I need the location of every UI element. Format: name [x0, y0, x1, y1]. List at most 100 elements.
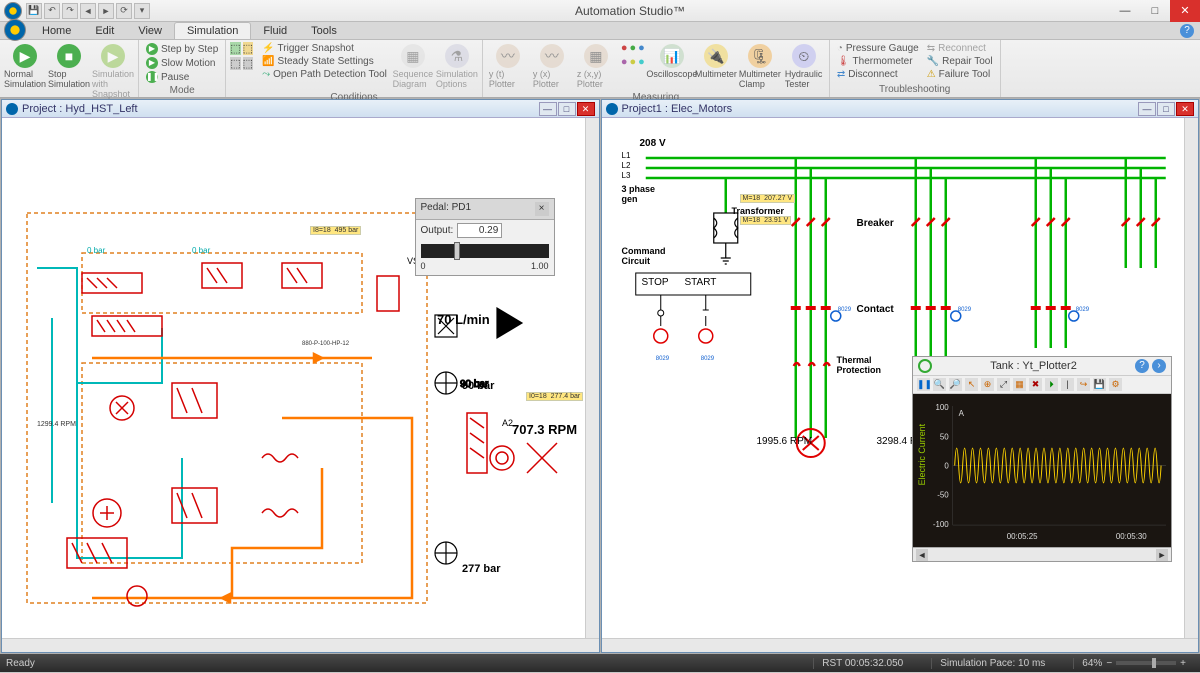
panel-min-button[interactable]: —: [539, 102, 557, 116]
plot-sb-right-icon[interactable]: ►: [1156, 549, 1168, 561]
sim-snapshot-button[interactable]: ▶Simulation with Snapshot: [92, 42, 134, 101]
plotter-window[interactable]: Tank : Yt_Plotter2 ?› ❚❚ 🔍 🔎 ↖ ⊕ ⤢ ▦ ✖ ⏵…: [912, 356, 1172, 562]
elec-tag2: M=18 23.91 V: [740, 216, 792, 225]
plotter-next-icon[interactable]: ›: [1152, 359, 1166, 373]
plotter-pause-icon[interactable]: ❚❚: [917, 378, 930, 391]
qat-refresh-icon[interactable]: ⟳: [116, 3, 132, 19]
hyd-tester-button[interactable]: ⏲Hydraulic Tester: [783, 42, 825, 91]
cond-icon-3[interactable]: ⬚: [230, 57, 240, 70]
cond-icon-2[interactable]: ⬚: [243, 42, 253, 55]
plotter-grid-icon[interactable]: ▦: [1013, 378, 1026, 391]
slowmo-button[interactable]: ▶Slow Motion: [143, 56, 221, 70]
probe-icon-3[interactable]: ●: [638, 42, 645, 54]
panel-elec-titlebar[interactable]: Project1 : Elec_Motors — □ ✕: [602, 100, 1199, 118]
cond-icon-1[interactable]: ⬚: [230, 42, 240, 55]
oscilloscope-button[interactable]: 📊Oscilloscope: [651, 42, 693, 91]
plot-sb-left-icon[interactable]: ◄: [916, 549, 928, 561]
probe-icon-4[interactable]: ●: [621, 56, 628, 68]
stop-sim-button[interactable]: ■Stop Simulation: [48, 42, 90, 101]
help-icon[interactable]: ?: [1180, 24, 1194, 38]
trigger-snapshot-button[interactable]: ⚡Trigger Snapshot: [259, 42, 390, 55]
multimeter-button[interactable]: 🔌Multimeter: [695, 42, 737, 91]
sim-options-button[interactable]: ⚗Simulation Options: [436, 42, 478, 91]
panel-min-button[interactable]: —: [1138, 102, 1156, 116]
plotter-zoomin-icon[interactable]: 🔍: [933, 378, 946, 391]
pressure-gauge-button[interactable]: ◔Pressure Gauge: [834, 42, 922, 55]
qat-redo-icon[interactable]: ↷: [62, 3, 78, 19]
disconnect-button[interactable]: ⇄Disconnect: [834, 68, 922, 81]
minimize-button[interactable]: —: [1110, 0, 1140, 22]
path-icon: ⤳: [262, 69, 270, 80]
panel-close-button[interactable]: ✕: [1176, 102, 1194, 116]
pause-button[interactable]: ❚❚Pause: [143, 70, 221, 84]
probe-icon-1[interactable]: ●: [621, 42, 628, 54]
plotter-mark-icon[interactable]: ⊕: [981, 378, 994, 391]
panel-close-button[interactable]: ✕: [577, 102, 595, 116]
tab-home[interactable]: Home: [30, 23, 83, 39]
qat-back-icon[interactable]: ◄: [80, 3, 96, 19]
elec-scroll-h[interactable]: [602, 638, 1199, 652]
zoom-slider[interactable]: [1116, 661, 1176, 665]
hyd-scroll-h[interactable]: [2, 638, 599, 652]
cond-icon-4[interactable]: ⬚: [243, 57, 253, 70]
open-path-button[interactable]: ⤳Open Path Detection Tool: [259, 68, 390, 81]
yx-plotter-button[interactable]: 〰y (x) Plotter: [531, 42, 573, 91]
panel-max-button[interactable]: □: [558, 102, 576, 116]
pedal-value[interactable]: 0.29: [457, 223, 502, 238]
ribbon-group-control: ▶Normal Simulation ■Stop Simulation ▶Sim…: [0, 40, 139, 97]
qat-undo-icon[interactable]: ↶: [44, 3, 60, 19]
tag-b: 0 bar: [192, 246, 210, 255]
plotter-power-icon[interactable]: [918, 359, 932, 373]
plotter-zoomout-icon[interactable]: 🔎: [949, 378, 962, 391]
panel-hyd-titlebar[interactable]: Project : Hyd_HST_Left — □ ✕: [2, 100, 599, 118]
file-menu-icon[interactable]: [4, 19, 26, 41]
tab-fluid[interactable]: Fluid: [251, 23, 299, 39]
ribbon: ▶Normal Simulation ■Stop Simulation ▶Sim…: [0, 40, 1200, 98]
steady-state-button[interactable]: 📶Steady State Settings: [259, 55, 390, 68]
close-button[interactable]: ✕: [1170, 0, 1200, 22]
pedal-slider[interactable]: [421, 244, 549, 258]
thermometer-button[interactable]: 🌡Thermometer: [834, 55, 922, 68]
qat-other-icon[interactable]: ▾: [134, 3, 150, 19]
tab-view[interactable]: View: [126, 23, 174, 39]
plotter-export-icon[interactable]: ↪: [1077, 378, 1090, 391]
l3: L3: [622, 171, 631, 180]
qat-save-icon[interactable]: 💾: [26, 3, 42, 19]
status-zoom[interactable]: 64% − +: [1073, 658, 1194, 669]
yt-plotter-button[interactable]: 〰y (t) Plotter: [487, 42, 529, 91]
plotter-fit-icon[interactable]: ⤢: [997, 378, 1010, 391]
elec-canvas[interactable]: 802980298029 80298029 208 V L1 L2 L3 3 p…: [602, 118, 1185, 638]
pedal-widget[interactable]: Pedal: PD1× Output:0.29 01.00: [415, 198, 555, 276]
step-button[interactable]: ▶Step by Step: [143, 42, 221, 56]
repair-button[interactable]: 🔧Repair Tool: [924, 55, 996, 68]
plotter-scrollbar[interactable]: ◄ ►: [913, 547, 1171, 561]
reconnect-icon: ⇆: [927, 43, 935, 54]
plotter-help-icon[interactable]: ?: [1135, 359, 1149, 373]
plotter-cursor-icon[interactable]: ↖: [965, 378, 978, 391]
tab-edit[interactable]: Edit: [83, 23, 126, 39]
failure-button[interactable]: ⚠Failure Tool: [924, 68, 996, 81]
hyd-scroll-v[interactable]: [585, 118, 599, 638]
probe-icon-6[interactable]: ●: [638, 56, 645, 68]
plotter-stop-icon[interactable]: ✖: [1029, 378, 1042, 391]
plotter-config-icon[interactable]: ⚙: [1109, 378, 1122, 391]
maximize-button[interactable]: □: [1140, 0, 1170, 22]
zxy-plotter-button[interactable]: ▦z (x,y) Plotter: [575, 42, 617, 91]
probe-icon-5[interactable]: ●: [630, 56, 637, 68]
qat-fwd-icon[interactable]: ►: [98, 3, 114, 19]
hyd-canvas[interactable]: 90 bar 70 L/min 90 bar 277 bar 707.3 RPM…: [2, 118, 585, 638]
zoom-minus-icon[interactable]: −: [1106, 658, 1112, 669]
plotter-save-icon[interactable]: 💾: [1093, 378, 1106, 391]
tab-simulation[interactable]: Simulation: [174, 22, 251, 39]
elec-scroll-v[interactable]: [1184, 118, 1198, 638]
zoom-plus-icon[interactable]: +: [1180, 658, 1186, 669]
reconnect-button[interactable]: ⇆Reconnect: [924, 42, 996, 55]
probe-icon-2[interactable]: ●: [630, 42, 637, 54]
normal-sim-button[interactable]: ▶Normal Simulation: [4, 42, 46, 101]
seq-diagram-button[interactable]: ▦Sequence Diagram: [392, 42, 434, 91]
mm-clamp-button[interactable]: 🗜Multimeter Clamp: [739, 42, 781, 91]
panel-max-button[interactable]: □: [1157, 102, 1175, 116]
pedal-close-icon[interactable]: ×: [535, 202, 549, 216]
plotter-play-icon[interactable]: ⏵: [1045, 378, 1058, 391]
tab-tools[interactable]: Tools: [299, 23, 349, 39]
